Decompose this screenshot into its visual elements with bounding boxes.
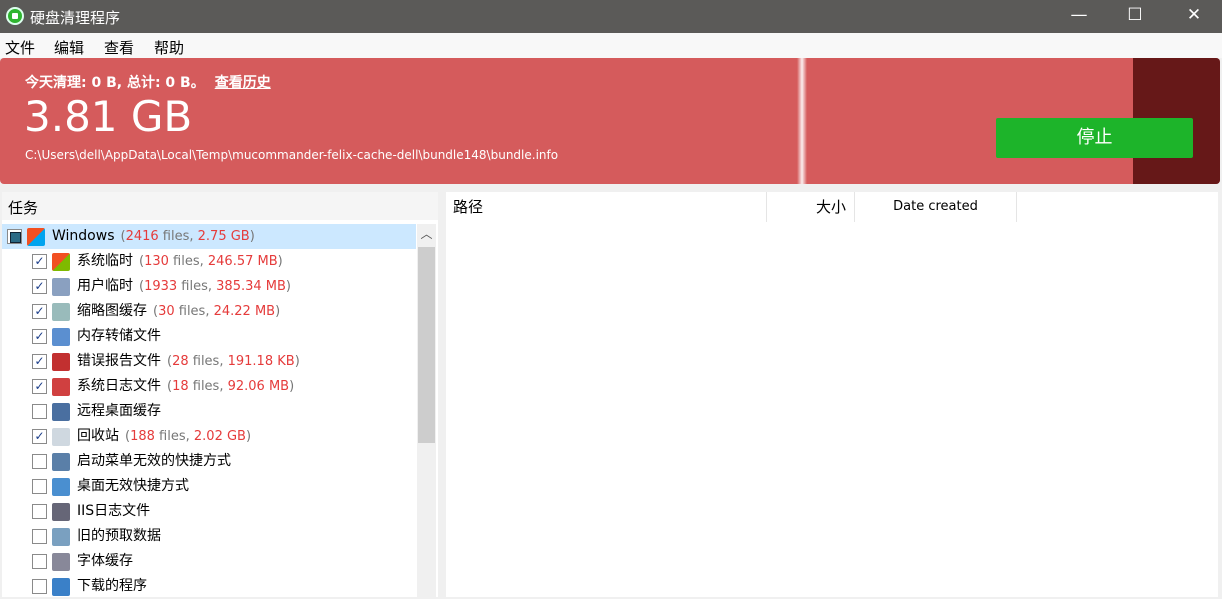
column-date-created[interactable]: Date created bbox=[855, 192, 1017, 222]
column-size[interactable]: 大小 bbox=[767, 192, 855, 222]
today-text: 今天清理: 0 B, 总计: 0 B。 bbox=[25, 75, 205, 91]
task-label: 远程桌面缓存 bbox=[77, 403, 161, 419]
user-file-icon bbox=[52, 278, 70, 296]
current-path: C:\Users\dell\AppData\Local\Temp\mucomma… bbox=[25, 148, 559, 162]
checkbox[interactable] bbox=[32, 554, 47, 569]
task-item[interactable]: ✓ 回收站 (188 files, 2.02 GB) bbox=[2, 424, 416, 449]
close-button[interactable]: ✕ bbox=[1171, 0, 1217, 33]
task-item[interactable]: 字体缓存 bbox=[2, 549, 416, 574]
task-label: 字体缓存 bbox=[77, 553, 133, 569]
recycle-bin-icon bbox=[52, 428, 70, 446]
task-count: (130 files, 246.57 MB) bbox=[139, 254, 283, 269]
progress-streak bbox=[797, 58, 807, 184]
task-item[interactable]: ✓ 内存转储文件 bbox=[2, 324, 416, 349]
iis-log-icon bbox=[52, 503, 70, 521]
total-size: 3.81 GB bbox=[24, 92, 193, 141]
task-count: (1933 files, 385.34 MB) bbox=[139, 279, 291, 294]
scrollbar[interactable]: ︿ bbox=[417, 224, 436, 597]
checkbox[interactable] bbox=[32, 404, 47, 419]
task-label: 内存转储文件 bbox=[77, 328, 161, 344]
windows-flag-icon bbox=[27, 228, 45, 246]
shortcut-icon bbox=[52, 453, 70, 471]
desktop-shortcut-icon bbox=[52, 478, 70, 496]
task-item[interactable]: 下载的程序 bbox=[2, 574, 416, 599]
task-item[interactable]: IIS日志文件 bbox=[2, 499, 416, 524]
thumbnail-icon bbox=[52, 303, 70, 321]
task-item[interactable]: 桌面无效快捷方式 bbox=[2, 474, 416, 499]
column-path[interactable]: 路径 bbox=[446, 192, 767, 222]
prefetch-icon bbox=[52, 528, 70, 546]
task-item[interactable]: 远程桌面缓存 bbox=[2, 399, 416, 424]
today-summary: 今天清理: 0 B, 总计: 0 B。 查看历史 bbox=[25, 72, 271, 92]
task-label: 下载的程序 bbox=[77, 578, 147, 594]
menu-edit[interactable]: 编辑 bbox=[54, 37, 84, 58]
status-banner: 今天清理: 0 B, 总计: 0 B。 查看历史 3.81 GB C:\Users… bbox=[0, 58, 1220, 184]
task-item[interactable]: ✓ 用户临时 (1933 files, 385.34 MB) bbox=[2, 274, 416, 299]
task-label: 系统临时 bbox=[77, 253, 133, 269]
log-tools-icon bbox=[52, 378, 70, 396]
menu-file[interactable]: 文件 bbox=[5, 37, 35, 58]
menu-help[interactable]: 帮助 bbox=[154, 37, 184, 58]
checkbox[interactable] bbox=[32, 529, 47, 544]
task-label: 回收站 bbox=[77, 428, 119, 444]
window-title: 硬盘清理程序 bbox=[30, 9, 121, 27]
checkbox[interactable] bbox=[32, 504, 47, 519]
task-label: 旧的预取数据 bbox=[77, 528, 161, 544]
task-label: 缩略图缓存 bbox=[77, 303, 147, 319]
checkbox[interactable]: ✓ bbox=[32, 279, 47, 294]
remote-desktop-icon bbox=[52, 403, 70, 421]
task-label: IIS日志文件 bbox=[77, 503, 151, 519]
task-label: Windows bbox=[52, 228, 115, 244]
memory-dump-icon bbox=[52, 328, 70, 346]
task-label: 错误报告文件 bbox=[77, 353, 161, 369]
task-header: 任务 bbox=[2, 192, 438, 220]
menu-view[interactable]: 查看 bbox=[104, 37, 134, 58]
checkbox[interactable] bbox=[32, 479, 47, 494]
windows-flag-icon bbox=[52, 253, 70, 271]
task-count: (28 files, 191.18 KB) bbox=[167, 354, 300, 369]
menu-bar: 文件 编辑 查看 帮助 bbox=[0, 33, 1222, 58]
app-icon bbox=[6, 7, 24, 25]
checkbox[interactable]: ✓ bbox=[32, 304, 47, 319]
task-label: 启动菜单无效的快捷方式 bbox=[77, 453, 231, 469]
scroll-up-icon[interactable]: ︿ bbox=[417, 224, 436, 244]
checkbox[interactable]: ✓ bbox=[32, 354, 47, 369]
title-bar: 硬盘清理程序 — ☐ ✕ bbox=[0, 0, 1222, 33]
task-item[interactable]: ✓ 系统临时 (130 files, 246.57 MB) bbox=[2, 249, 416, 274]
checkbox[interactable] bbox=[7, 229, 22, 244]
task-count: (18 files, 92.06 MB) bbox=[167, 379, 295, 394]
checkbox[interactable] bbox=[32, 454, 47, 469]
history-link[interactable]: 查看历史 bbox=[215, 75, 271, 91]
checkbox[interactable]: ✓ bbox=[32, 254, 47, 269]
task-count: (188 files, 2.02 GB) bbox=[125, 429, 252, 444]
checkbox[interactable]: ✓ bbox=[32, 379, 47, 394]
stop-button[interactable]: 停止 bbox=[996, 118, 1193, 158]
toolbox-icon bbox=[52, 353, 70, 371]
task-item[interactable]: ✓ 错误报告文件 (28 files, 191.18 KB) bbox=[2, 349, 416, 374]
checkbox[interactable] bbox=[32, 579, 47, 594]
task-count: (30 files, 24.22 MB) bbox=[153, 304, 281, 319]
task-item[interactable]: 旧的预取数据 bbox=[2, 524, 416, 549]
task-label: 用户临时 bbox=[77, 278, 133, 294]
font-icon bbox=[52, 553, 70, 571]
tree-root-windows[interactable]: Windows (2416 files, 2.75 GB) bbox=[2, 224, 416, 249]
task-item[interactable]: 启动菜单无效的快捷方式 bbox=[2, 449, 416, 474]
task-label: 桌面无效快捷方式 bbox=[77, 478, 189, 494]
checkbox[interactable]: ✓ bbox=[32, 429, 47, 444]
download-program-icon bbox=[52, 578, 70, 596]
maximize-button[interactable]: ☐ bbox=[1112, 0, 1158, 33]
checkbox[interactable]: ✓ bbox=[32, 329, 47, 344]
details-panel: 路径 大小 Date created bbox=[446, 192, 1218, 597]
task-panel: 任务 Windows (2416 files, 2.75 GB) ✓ 系统临时 (130… bbox=[2, 192, 438, 597]
scroll-thumb[interactable] bbox=[418, 247, 435, 443]
task-item[interactable]: ✓ 系统日志文件 (18 files, 92.06 MB) bbox=[2, 374, 416, 399]
task-label: 系统日志文件 bbox=[77, 378, 161, 394]
task-item[interactable]: ✓ 缩略图缓存 (30 files, 24.22 MB) bbox=[2, 299, 416, 324]
minimize-button[interactable]: — bbox=[1056, 0, 1102, 33]
task-count: (2416 files, 2.75 GB) bbox=[120, 229, 255, 244]
